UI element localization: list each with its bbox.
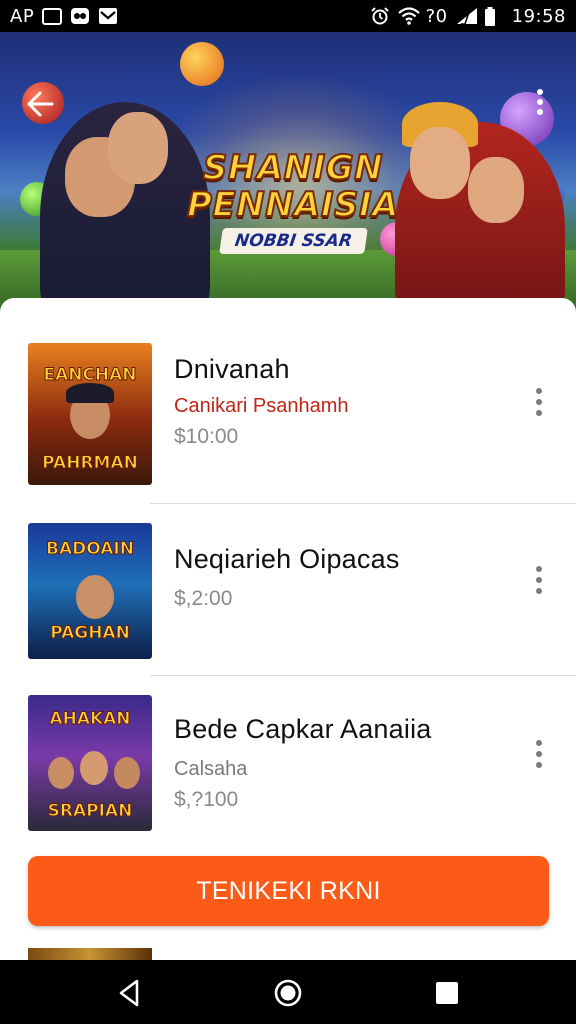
- kebab-icon: [536, 566, 542, 572]
- square-recents-icon: [436, 982, 458, 1004]
- status-carrier-text: AP: [10, 5, 35, 27]
- item-thumbnail: EANCHAN PAHRMAN: [28, 343, 152, 485]
- thumbnail-character-cap: [66, 383, 114, 403]
- item-title: Bede Capkar Aanaiia: [174, 714, 432, 744]
- list-item-peek-thumbnail[interactable]: [28, 948, 152, 960]
- thumbnail-character: [114, 757, 140, 789]
- alarm-icon: [370, 7, 390, 25]
- status-bar-left: AP: [10, 6, 118, 27]
- overflow-menu-button[interactable]: [530, 87, 550, 117]
- thumbnail-title-top: BADOAIN: [46, 539, 135, 560]
- hero-character-right-face: [410, 127, 470, 199]
- item-overflow-button[interactable]: [532, 388, 546, 428]
- item-price: $10:00: [174, 425, 239, 448]
- item-thumbnail: BADOAIN PAGHAN: [28, 523, 152, 659]
- kebab-icon: [536, 388, 542, 394]
- hero-character-left-face-2: [108, 112, 168, 184]
- nav-home-button[interactable]: [271, 976, 305, 1010]
- item-price: $,?100: [174, 788, 239, 811]
- wifi-icon: [397, 7, 420, 25]
- thumbnail-character: [48, 757, 74, 789]
- back-button[interactable]: [24, 87, 58, 121]
- item-subtitle: Calsaha: [174, 758, 248, 780]
- list-divider: [150, 503, 576, 504]
- clock-time: 19:58: [511, 5, 566, 27]
- status-bar: AP ?0 19:58: [0, 0, 576, 32]
- item-overflow-button[interactable]: [532, 740, 546, 780]
- notification-game-icon: [70, 7, 90, 25]
- arrow-left-icon: [27, 91, 54, 117]
- triangle-back-icon: [119, 979, 139, 1007]
- list-divider: [150, 675, 576, 676]
- status-bar-right: ?0 19:58: [370, 6, 566, 27]
- item-title: Neqiarieh Oipacas: [174, 544, 400, 574]
- item-overflow-button[interactable]: [532, 566, 546, 606]
- notification-d-icon: [42, 7, 63, 25]
- item-thumbnail: AHAKAN SRAPIAN: [28, 695, 152, 831]
- thumbnail-title-bottom: PAHRMAN: [42, 453, 139, 474]
- thumbnail-title-bottom: PAGHAN: [50, 623, 131, 644]
- hero-subtitle: NOBBI SSAR: [218, 228, 368, 254]
- signal-text: ?0: [425, 5, 448, 27]
- notification-mail-icon: [98, 7, 118, 25]
- hero-character-right-face-2: [468, 157, 524, 223]
- thumbnail-title-bottom: SRAPIAN: [47, 801, 133, 822]
- nav-recents-button[interactable]: [430, 976, 464, 1010]
- item-title: Dnivanah: [174, 354, 290, 384]
- kebab-icon: [537, 89, 543, 115]
- primary-action-label: TENIKEKI RKNI: [196, 876, 381, 905]
- thumbnail-character: [80, 751, 108, 785]
- hero-logo: SHANIGN PENNAISIA NOBBI SSAR: [178, 148, 408, 254]
- circle-home-icon: [274, 979, 302, 1007]
- hero-title-line-2: PENNAISIA: [186, 185, 399, 225]
- hero-orb-orange: [180, 42, 224, 86]
- thumbnail-title-top: EANCHAN: [43, 365, 137, 386]
- primary-action-button[interactable]: TENIKEKI RKNI: [28, 856, 549, 926]
- nav-back-button[interactable]: [113, 976, 147, 1010]
- item-price: $,2:00: [174, 587, 233, 610]
- system-nav-bar: [0, 960, 576, 1024]
- item-subtitle: Canikari Psanhamh: [174, 395, 349, 417]
- cell-signal-icon: [456, 7, 477, 25]
- battery-icon: [484, 7, 504, 26]
- hero-title-line-1: SHANIGN: [202, 148, 384, 188]
- hero-banner: SHANIGN PENNAISIA NOBBI SSAR: [0, 32, 576, 320]
- thumbnail-title-top: AHAKAN: [49, 709, 131, 730]
- thumbnail-character: [76, 575, 114, 619]
- kebab-icon: [536, 740, 542, 746]
